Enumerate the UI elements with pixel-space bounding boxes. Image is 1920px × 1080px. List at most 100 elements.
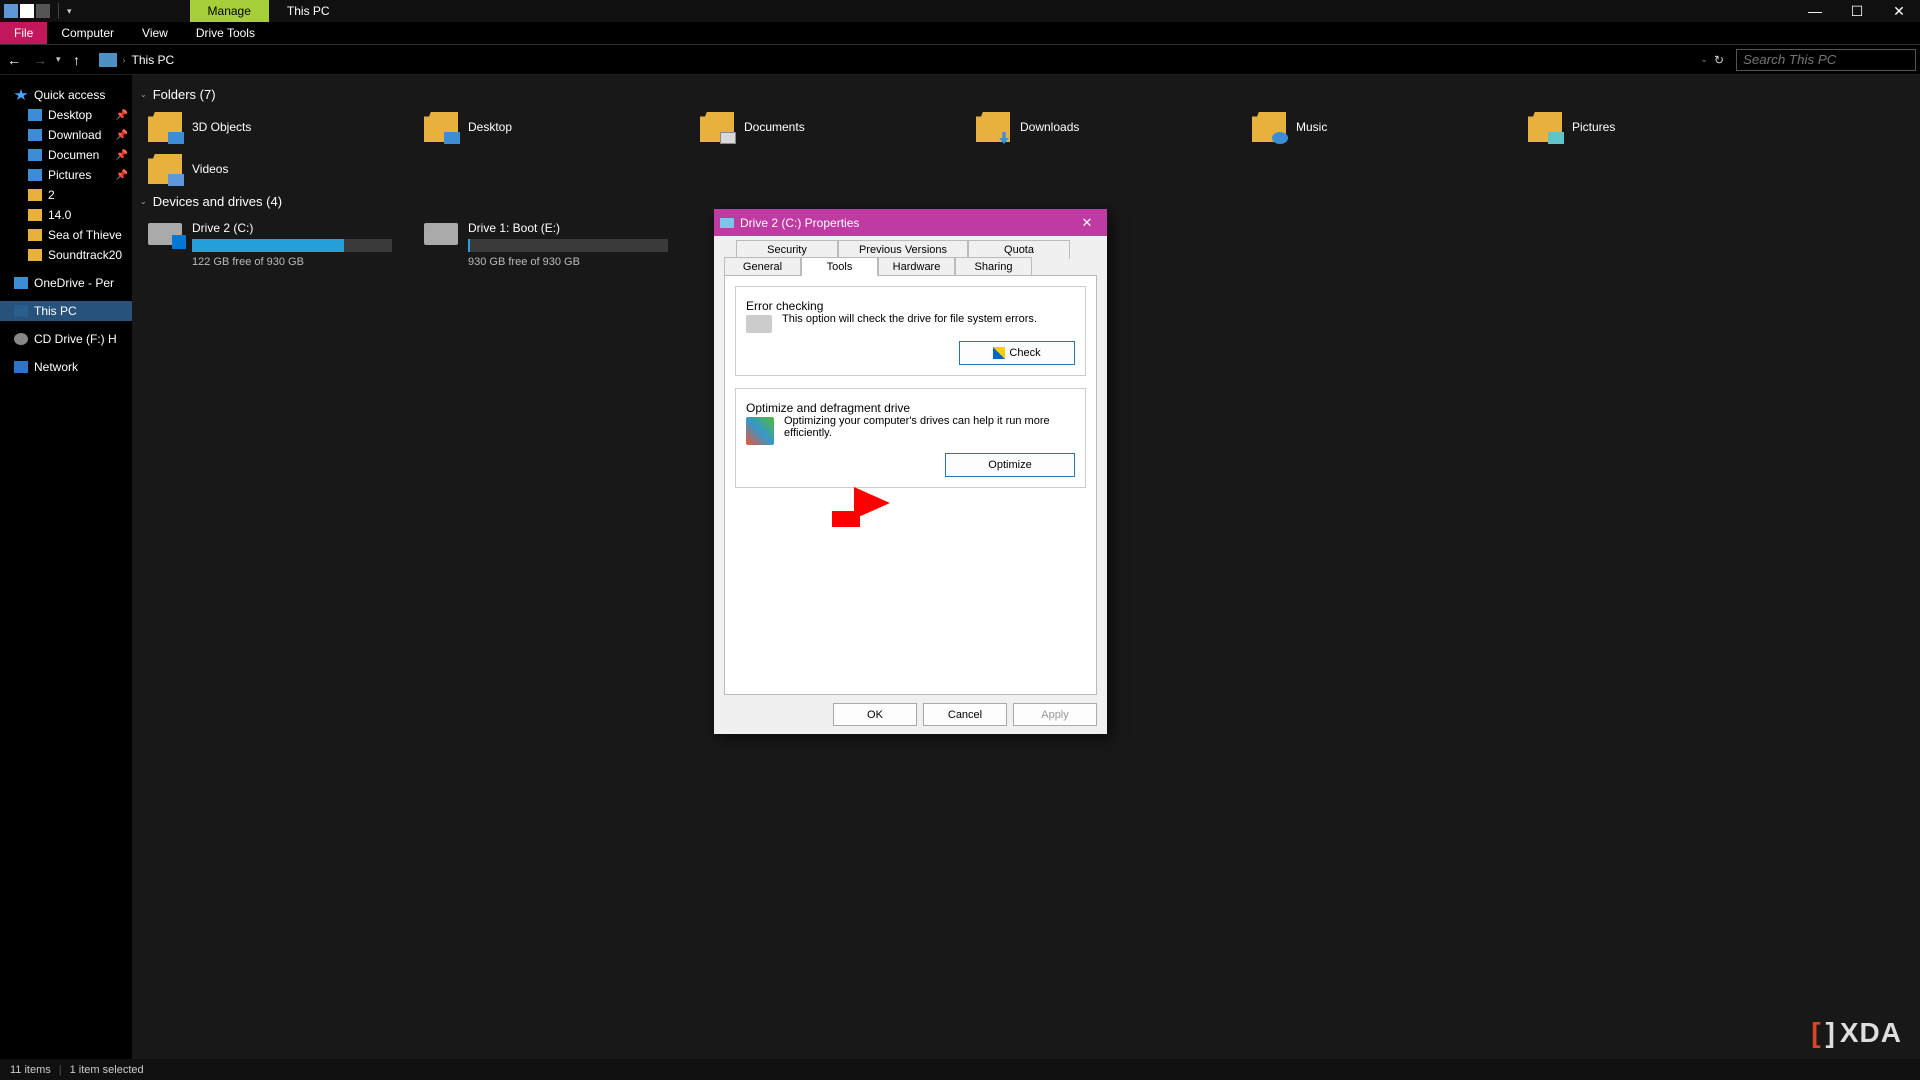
download-icon — [28, 129, 42, 141]
sidebar-onedrive[interactable]: OneDrive - Per — [0, 273, 132, 293]
sidebar-item-desktop[interactable]: Desktop📌 — [0, 105, 132, 125]
sidebar-item-folder-sea[interactable]: Sea of Thieve — [0, 225, 132, 245]
sidebar-item-documents[interactable]: Documen📌 — [0, 145, 132, 165]
folder-videos[interactable]: Videos — [144, 148, 420, 190]
nav-forward-button[interactable]: → — [30, 50, 50, 70]
pictures-icon — [28, 169, 42, 181]
context-tab-manage[interactable]: Manage — [190, 0, 269, 22]
titlebar: ▾ Manage This PC — ☐ ✕ — [0, 0, 1920, 22]
sidebar-item-downloads[interactable]: Download📌 — [0, 125, 132, 145]
sidebar-item-pictures[interactable]: Pictures📌 — [0, 165, 132, 185]
sidebar-item-folder-14[interactable]: 14.0 — [0, 205, 132, 225]
qat-new-folder-icon[interactable] — [36, 4, 50, 18]
ribbon-tab-file[interactable]: File — [0, 22, 47, 44]
drive-free-text: 122 GB free of 930 GB — [192, 256, 416, 268]
address-path[interactable]: › This PC ⌄ ↻ — [99, 53, 1730, 67]
search-input[interactable] — [1736, 49, 1916, 71]
drive-free-text: 930 GB free of 930 GB — [468, 256, 692, 268]
status-item-count: 11 items — [10, 1064, 51, 1076]
section-folders-header[interactable]: ⌄Folders (7) — [132, 83, 1920, 106]
pin-icon: 📌 — [116, 170, 128, 181]
defrag-icon — [746, 417, 774, 445]
dialog-titlebar[interactable]: Drive 2 (C:) Properties ✕ — [714, 209, 1107, 236]
pc-icon — [99, 53, 117, 67]
tab-sharing[interactable]: Sharing — [955, 257, 1032, 276]
desktop-icon — [28, 109, 42, 121]
address-bar: ← → ▾ ↑ › This PC ⌄ ↻ — [0, 45, 1920, 75]
drive-e[interactable]: Drive 1: Boot (E:) 930 GB free of 930 GB — [420, 217, 696, 272]
disc-icon — [14, 333, 28, 345]
address-dropdown-icon[interactable]: ⌄ — [1700, 54, 1708, 65]
apply-button[interactable]: Apply — [1013, 703, 1097, 726]
folder-icon — [28, 249, 42, 261]
ribbon-tab-drive-tools[interactable]: Drive Tools — [182, 22, 269, 44]
drive-icon — [148, 223, 182, 245]
annotation-arrow — [854, 487, 890, 519]
chevron-right-icon[interactable]: › — [123, 55, 126, 65]
drive-usage-bar — [468, 239, 668, 252]
pin-icon: 📌 — [116, 130, 128, 141]
folder-desktop[interactable]: Desktop — [420, 106, 696, 148]
nav-up-button[interactable]: ↑ — [67, 50, 87, 70]
folder-3d-objects[interactable]: 3D Objects — [144, 106, 420, 148]
sidebar-quick-access[interactable]: Quick access — [0, 85, 132, 105]
refresh-icon[interactable]: ↻ — [1714, 53, 1724, 67]
drive-c[interactable]: Drive 2 (C:) 122 GB free of 930 GB — [144, 217, 420, 272]
folder-documents[interactable]: Documents — [696, 106, 972, 148]
drive-usage-bar — [192, 239, 392, 252]
cancel-button[interactable]: Cancel — [923, 703, 1007, 726]
cloud-icon — [14, 277, 28, 289]
shield-icon — [993, 347, 1005, 359]
qat-dropdown-icon[interactable]: ▾ — [67, 6, 72, 17]
ok-button[interactable]: OK — [833, 703, 917, 726]
nav-sidebar: Quick access Desktop📌 Download📌 Documen📌… — [0, 75, 132, 1059]
address-location[interactable]: This PC — [132, 53, 175, 67]
folder-icon — [28, 229, 42, 241]
sidebar-cd-drive[interactable]: CD Drive (F:) H — [0, 329, 132, 349]
sidebar-item-folder-soundtrack[interactable]: Soundtrack20 — [0, 245, 132, 265]
group-error-checking: Error checking This option will check th… — [735, 286, 1086, 376]
nav-history-dropdown-icon[interactable]: ▾ — [56, 54, 61, 65]
chevron-down-icon: ⌄ — [140, 90, 147, 99]
tab-general[interactable]: General — [724, 257, 801, 276]
optimize-description: Optimizing your computer's drives can he… — [784, 415, 1075, 439]
pin-icon: 📌 — [116, 150, 128, 161]
group-optimize: Optimize and defragment drive Optimizing… — [735, 388, 1086, 488]
drive-name: Drive 1: Boot (E:) — [468, 221, 692, 235]
drive-icon — [720, 218, 734, 228]
folder-pictures[interactable]: Pictures — [1524, 106, 1800, 148]
maximize-button[interactable]: ☐ — [1836, 0, 1878, 22]
pc-icon — [14, 305, 28, 317]
error-check-description: This option will check the drive for fil… — [782, 313, 1075, 325]
drive-icon — [424, 223, 458, 245]
status-bar: 11 items | 1 item selected — [0, 1059, 1920, 1080]
ribbon-tabs: File Computer View Drive Tools — [0, 22, 1920, 45]
sidebar-item-folder-2[interactable]: 2 — [0, 185, 132, 205]
sidebar-network[interactable]: Network — [0, 357, 132, 377]
watermark: [] XDA — [1811, 1016, 1902, 1050]
nav-back-button[interactable]: ← — [4, 50, 24, 70]
folder-music[interactable]: Music — [1248, 106, 1524, 148]
folder-icon — [28, 189, 42, 201]
window-title: This PC — [269, 0, 348, 22]
ribbon-tab-view[interactable]: View — [128, 22, 182, 44]
star-icon — [14, 89, 28, 101]
group-legend: Error checking — [746, 299, 823, 313]
sidebar-this-pc[interactable]: This PC — [0, 301, 132, 321]
status-selected-count: 1 item selected — [70, 1064, 144, 1076]
chevron-down-icon: ⌄ — [140, 197, 147, 206]
check-button[interactable]: Check — [959, 341, 1075, 365]
qat-properties-icon[interactable] — [20, 4, 34, 18]
folder-downloads[interactable]: Downloads — [972, 106, 1248, 148]
documents-icon — [28, 149, 42, 161]
close-button[interactable]: ✕ — [1878, 0, 1920, 22]
ribbon-tab-computer[interactable]: Computer — [47, 22, 128, 44]
tab-tools[interactable]: Tools — [801, 257, 878, 276]
folder-icon — [28, 209, 42, 221]
minimize-button[interactable]: — — [1794, 0, 1836, 22]
tab-hardware[interactable]: Hardware — [878, 257, 955, 276]
dialog-close-button[interactable]: ✕ — [1073, 215, 1101, 231]
optimize-button[interactable]: Optimize — [945, 453, 1075, 477]
pin-icon: 📌 — [116, 110, 128, 121]
drive-icon — [746, 315, 772, 333]
